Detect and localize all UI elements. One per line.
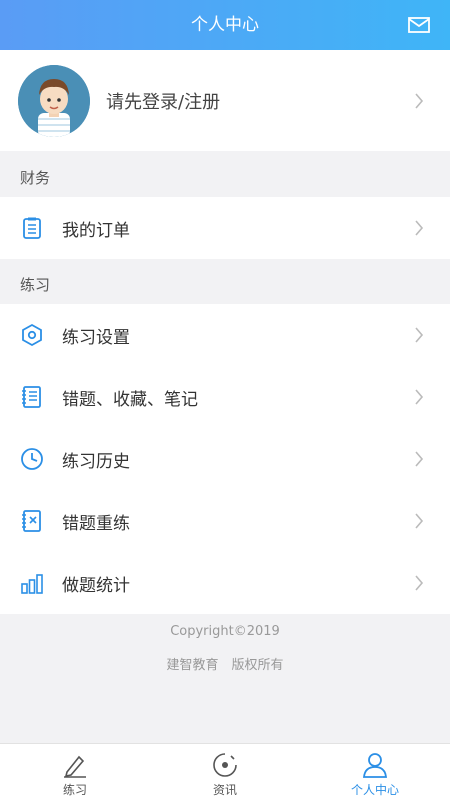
- tab-label: 个人中心: [350, 783, 399, 797]
- order-list-icon: [23, 217, 41, 239]
- login-register-link[interactable]: 请先登录/注册: [106, 88, 220, 114]
- menu-item-label: 练习设置: [62, 327, 130, 348]
- settings-hex-icon: [22, 323, 42, 347]
- company-text: 建智教育 版权所有: [166, 658, 284, 673]
- tab-practice[interactable]: 练习: [0, 744, 150, 800]
- clock-icon: [21, 448, 43, 470]
- menu-item-question-stats[interactable]: 做题统计: [0, 552, 450, 614]
- menu-item-label: 我的订单: [62, 220, 130, 241]
- page-title: 个人中心: [191, 15, 259, 35]
- menu-item-my-orders[interactable]: 我的订单: [0, 197, 450, 259]
- menu-item-wrong-favorites-notes[interactable]: 错题、收藏、笔记: [0, 366, 450, 428]
- chevron-right-icon: [415, 513, 424, 529]
- menu-item-label: 错题、收藏、笔记: [62, 389, 198, 410]
- finance-group: 我的订单: [0, 197, 450, 259]
- section-practice-label: 练习: [20, 276, 51, 294]
- copyright-text: Copyright©2019: [170, 624, 280, 639]
- login-row[interactable]: 请先登录/注册: [0, 50, 450, 151]
- bottom-tab-bar: 练习 资讯 个人中心: [0, 743, 450, 800]
- chevron-right-icon: [415, 327, 424, 343]
- tab-news[interactable]: 资讯: [150, 744, 300, 800]
- menu-item-label: 做题统计: [62, 575, 130, 596]
- mail-icon[interactable]: [408, 15, 430, 35]
- chevron-right-icon: [415, 451, 424, 467]
- section-finance-label: 财务: [20, 169, 51, 187]
- menu-item-practice-settings[interactable]: 练习设置: [0, 304, 450, 366]
- bar-stats-icon: [21, 574, 43, 594]
- avatar[interactable]: [18, 64, 90, 137]
- chevron-right-icon: [415, 389, 424, 405]
- person-icon: [363, 753, 387, 778]
- menu-item-label: 错题重练: [62, 513, 130, 534]
- chevron-right-icon: [415, 575, 424, 591]
- pencil-icon: [64, 755, 86, 778]
- tab-label: 资讯: [212, 783, 237, 797]
- tab-profile[interactable]: 个人中心: [300, 744, 450, 800]
- chevron-right-icon: [415, 93, 424, 109]
- news-icon: [213, 753, 237, 777]
- retry-notebook-icon: [22, 510, 41, 532]
- tab-label: 练习: [62, 783, 87, 797]
- notebook-icon: [22, 386, 41, 408]
- chevron-right-icon: [415, 220, 424, 236]
- top-bar: 个人中心: [0, 0, 450, 50]
- menu-item-label: 练习历史: [62, 451, 130, 472]
- practice-group: 练习设置 错题、收藏、笔记 练习历史 错题重练 做题统计: [0, 304, 450, 614]
- menu-item-retry-wrong[interactable]: 错题重练: [0, 490, 450, 552]
- menu-item-practice-history[interactable]: 练习历史: [0, 428, 450, 490]
